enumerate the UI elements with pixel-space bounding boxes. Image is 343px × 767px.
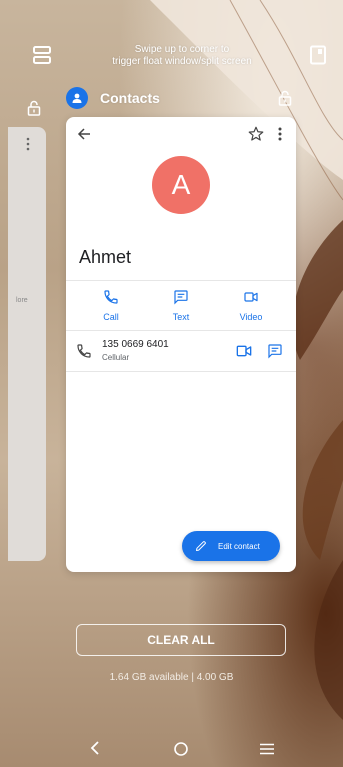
background-card-text: lore xyxy=(16,297,28,304)
split-screen-icon[interactable] xyxy=(30,44,54,66)
divider xyxy=(66,371,296,372)
contacts-app-card[interactable]: A Ahmet Call Text Video 135 0669 6401 Ce… xyxy=(66,117,296,572)
gesture-hint-line1: Swipe up to corner to xyxy=(134,44,230,55)
text-button[interactable]: Text xyxy=(151,289,211,322)
back-arrow-icon[interactable] xyxy=(76,126,92,142)
background-card-more-icon[interactable] xyxy=(25,137,31,151)
message-icon xyxy=(174,290,188,305)
more-vert-icon[interactable] xyxy=(276,126,284,142)
text-label: Text xyxy=(172,312,190,322)
contacts-person-icon xyxy=(66,87,88,109)
app-header[interactable]: Contacts xyxy=(66,86,160,110)
videocam-icon[interactable] xyxy=(236,344,252,358)
video-label: Video xyxy=(239,312,263,322)
call-button[interactable]: Call xyxy=(81,289,141,322)
video-button[interactable]: Video xyxy=(221,289,281,322)
phone-icon xyxy=(76,343,92,359)
contact-avatar: A xyxy=(152,156,210,214)
contact-name: Ahmet xyxy=(79,247,132,267)
nav-home-icon[interactable] xyxy=(173,741,189,757)
edit-contact-button[interactable]: Edit contact xyxy=(182,531,280,561)
star-icon[interactable] xyxy=(247,125,265,143)
float-window-icon[interactable] xyxy=(307,44,329,66)
app-title: Contacts xyxy=(100,90,160,106)
gesture-hint: Swipe up to corner to trigger float wind… xyxy=(92,44,272,68)
call-label: Call xyxy=(103,312,119,322)
pencil-icon xyxy=(196,541,206,551)
divider xyxy=(66,330,296,331)
lock-icon[interactable] xyxy=(27,100,41,116)
lock-icon[interactable] xyxy=(278,90,292,106)
gesture-hint-line2: trigger float window/split screen xyxy=(112,56,252,67)
memory-info: 1.64 GB available | 4.00 GB xyxy=(109,672,234,683)
message-icon[interactable] xyxy=(267,343,283,359)
background-app-card[interactable]: lore xyxy=(8,127,46,561)
edit-contact-label: Edit contact xyxy=(218,541,260,551)
phone-number[interactable]: 135 0669 6401 xyxy=(102,339,169,350)
nav-back-icon[interactable] xyxy=(88,740,102,756)
phone-icon xyxy=(104,290,118,304)
phone-type: Cellular xyxy=(102,353,130,362)
divider xyxy=(66,280,296,281)
clear-all-button[interactable]: CLEAR ALL xyxy=(76,624,286,656)
nav-recents-icon[interactable] xyxy=(259,742,275,755)
videocam-icon xyxy=(244,292,258,302)
